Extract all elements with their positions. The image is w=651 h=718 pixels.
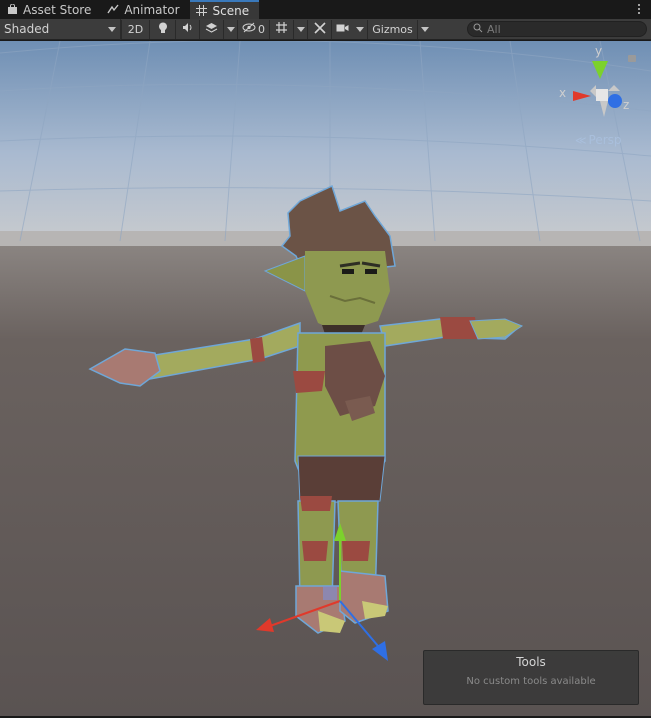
axis-z-label: z <box>623 98 630 112</box>
chevron-down-icon <box>296 26 305 32</box>
2d-label: 2D <box>127 22 144 36</box>
projection-label: Persp <box>588 133 622 147</box>
tools-overlay-panel[interactable]: Tools No custom tools available <box>423 650 639 705</box>
grid-dropdown-button[interactable] <box>293 19 307 39</box>
scene-visibility-button[interactable]: 0 <box>237 19 269 39</box>
projection-toggle[interactable]: ≪ Persp <box>575 133 622 147</box>
gizmos-toggle-button[interactable]: Gizmos <box>367 19 417 39</box>
2d-toggle-button[interactable]: 2D <box>121 19 149 39</box>
chevron-left-icon: ≪ <box>575 133 587 147</box>
tools-toggle-button[interactable] <box>307 19 331 39</box>
axis-y-label: y <box>595 44 603 58</box>
effects-dropdown-button[interactable] <box>223 19 237 39</box>
audio-toggle-button[interactable] <box>175 19 199 39</box>
grid-icon <box>196 5 208 17</box>
camera-dropdown-button[interactable] <box>353 20 367 39</box>
eye-slash-icon <box>242 22 256 36</box>
kebab-menu-icon[interactable] <box>633 1 645 17</box>
scene-toolbar: Shaded 2D 0 Gizmos All <box>0 18 651 40</box>
tab-animator-label: Animator <box>124 2 180 17</box>
tools-panel-message: No custom tools available <box>466 676 596 687</box>
grid-icon <box>275 21 288 37</box>
hidden-count: 0 <box>258 22 265 36</box>
chevron-down-icon <box>108 26 116 32</box>
camera-settings-button[interactable] <box>331 19 353 39</box>
scene-viewport[interactable]: y x z ≪ Persp Tools No custom tools avai… <box>0 41 651 716</box>
grid-toggle-button[interactable] <box>269 19 293 39</box>
search-placeholder: All <box>487 22 501 36</box>
tab-asset-store-label: Asset Store <box>23 2 92 17</box>
gizmos-label: Gizmos <box>372 22 413 36</box>
search-field[interactable]: All <box>467 21 647 37</box>
layers-icon <box>205 22 218 37</box>
draw-mode-label: Shaded <box>4 22 50 36</box>
tab-bar: Asset Store Animator Scene <box>0 0 651 19</box>
draw-mode-dropdown[interactable]: Shaded <box>0 20 120 39</box>
shopping-bag-icon <box>6 4 18 16</box>
axis-x-label: x <box>559 86 567 100</box>
chevron-down-icon <box>420 26 429 32</box>
tab-asset-store[interactable]: Asset Store <box>0 0 101 19</box>
tab-scene[interactable]: Scene <box>189 0 260 19</box>
tools-panel-title: Tools <box>516 655 546 669</box>
search-icon <box>473 23 483 36</box>
wrench-cross-icon <box>313 21 326 37</box>
speaker-icon <box>182 22 194 36</box>
lightbulb-icon <box>158 22 168 37</box>
animator-icon <box>107 4 119 16</box>
chevron-down-icon <box>356 26 364 32</box>
lighting-toggle-button[interactable] <box>149 19 175 39</box>
camera-icon <box>336 23 349 36</box>
chevron-down-icon <box>226 26 235 32</box>
gizmos-dropdown-button[interactable] <box>417 19 431 39</box>
tab-scene-label: Scene <box>212 3 250 18</box>
effects-toggle-button[interactable] <box>199 19 223 39</box>
tab-animator[interactable]: Animator <box>101 0 189 19</box>
scene-render <box>0 41 651 716</box>
lock-icon <box>628 55 636 62</box>
